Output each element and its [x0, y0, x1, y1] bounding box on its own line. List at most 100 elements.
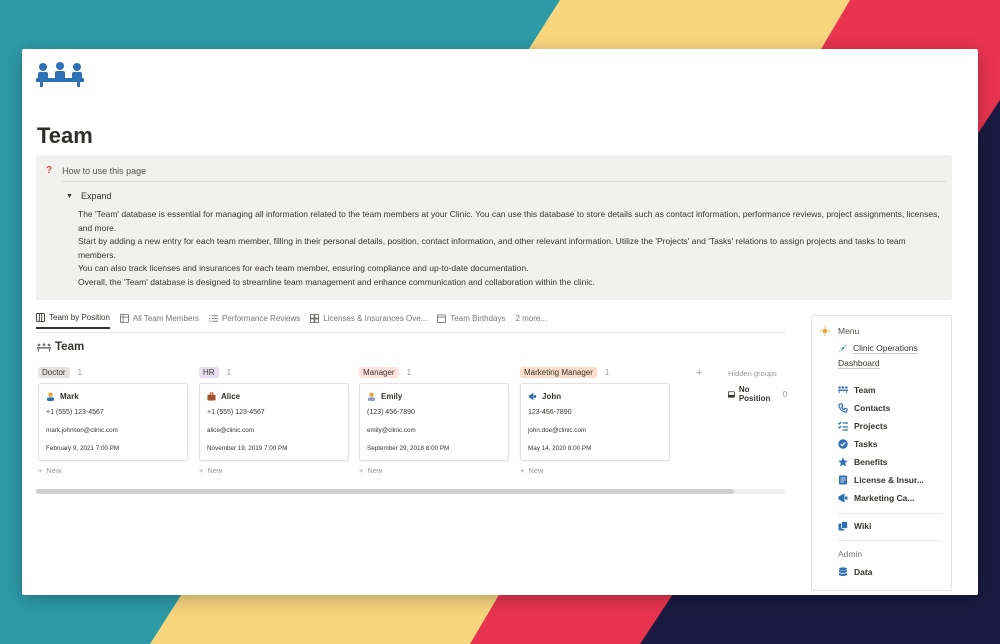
- plus-icon: +: [38, 466, 43, 475]
- briefcase-icon: [207, 392, 216, 401]
- card-email[interactable]: john.doe@clinic.com: [528, 427, 662, 438]
- menu-item-label[interactable]: Team: [854, 385, 876, 395]
- menu-link-dashboard-line2[interactable]: Dashboard: [838, 358, 880, 369]
- card-phone: +1 (555) 123-4567: [46, 409, 104, 416]
- menu-divider: [838, 513, 942, 514]
- callout-body: The 'Team' database is essential for man…: [78, 208, 944, 290]
- menu-item-contacts[interactable]: Contacts: [838, 403, 890, 413]
- position-tag[interactable]: HR: [199, 366, 219, 378]
- team-member-card[interactable]: Mark +1 (555) 123-4567 mark.johnson@clin…: [38, 383, 188, 461]
- menu-item-data[interactable]: Data: [838, 567, 872, 577]
- column-count: 1: [406, 367, 412, 377]
- new-card-button[interactable]: + New: [38, 466, 188, 475]
- card-name[interactable]: John: [528, 391, 662, 402]
- new-card-button[interactable]: + New: [199, 466, 349, 475]
- menu-item-license-insurance[interactable]: License & Insur...: [838, 475, 924, 485]
- tab-performance-reviews[interactable]: Performance Reviews: [209, 313, 300, 329]
- menu-item-tasks[interactable]: Tasks: [838, 439, 877, 449]
- new-card-button[interactable]: + New: [359, 466, 509, 475]
- card-name-text[interactable]: Mark: [60, 392, 79, 401]
- tab-team-by-position[interactable]: Team by Position: [36, 313, 110, 329]
- column-header[interactable]: HR 1: [199, 365, 349, 379]
- menu-item-benefits[interactable]: Benefits: [838, 457, 888, 467]
- table-icon: [119, 314, 129, 323]
- kanban-board: Doctor 1 Mark +1 (555) 123-4567 mark.joh…: [36, 365, 787, 495]
- menu-item-label[interactable]: License & Insur...: [854, 475, 924, 485]
- card-phone: +1 (555) 123-4567: [207, 409, 265, 416]
- plus-icon: +: [520, 466, 525, 475]
- no-position-count: 0: [782, 389, 788, 399]
- card-name-text[interactable]: Alice: [221, 392, 240, 401]
- callout-heading: How to use this page: [62, 165, 147, 176]
- menu-item-label[interactable]: Tasks: [854, 439, 877, 449]
- card-email[interactable]: emily@clinic.com: [367, 427, 501, 438]
- document-icon: [839, 475, 847, 485]
- card-name[interactable]: Mark: [46, 391, 180, 402]
- menu-item-projects[interactable]: Projects: [838, 421, 888, 431]
- menu-item-label[interactable]: Marketing Ca...: [854, 493, 914, 503]
- new-card-button[interactable]: + New: [520, 466, 670, 475]
- card-email[interactable]: alice@clinic.com: [207, 427, 341, 438]
- card-name[interactable]: Emily: [367, 391, 501, 402]
- database-title-text[interactable]: Team: [55, 341, 84, 353]
- column-header[interactable]: Manager 1: [359, 365, 509, 379]
- tab-label[interactable]: Team by Position: [49, 313, 110, 322]
- horizontal-scrollbar[interactable]: [36, 489, 785, 494]
- gallery-icon: [310, 314, 320, 323]
- dashboard-link-line2[interactable]: Dashboard: [838, 358, 880, 369]
- scrollbar-thumb[interactable]: [36, 489, 734, 494]
- menu-item-label[interactable]: Data: [854, 567, 872, 577]
- menu-item-label[interactable]: Benefits: [854, 457, 888, 467]
- new-label[interactable]: New: [528, 466, 543, 475]
- menu-item-label[interactable]: Contacts: [854, 403, 890, 413]
- database-title[interactable]: Team: [37, 341, 84, 353]
- callout-paragraph: Start by adding a new entry for each tea…: [78, 236, 906, 260]
- team-member-card[interactable]: Emily (123) 456-7890 emily@clinic.com Se…: [359, 383, 509, 461]
- callout-header: ? How to use this page: [46, 165, 146, 176]
- column-header[interactable]: Marketing Manager 1: [520, 365, 670, 379]
- tab-team-birthdays[interactable]: Team Birthdays: [437, 313, 505, 329]
- list-icon: [209, 315, 219, 322]
- syringe-icon: 💉: [838, 344, 848, 353]
- position-tag[interactable]: Doctor: [38, 366, 70, 378]
- add-group-button[interactable]: +: [696, 367, 702, 379]
- toggle-label[interactable]: Expand: [81, 191, 112, 201]
- tab-all-team-members[interactable]: All Team Members: [119, 313, 199, 329]
- card-email[interactable]: mark.johnson@clinic.com: [46, 427, 180, 438]
- toggle-triangle-icon[interactable]: ▼: [66, 193, 73, 200]
- dashboard-link-line1[interactable]: Clinic Operations: [852, 343, 918, 354]
- menu-item-marketing[interactable]: Marketing Ca...: [838, 493, 914, 503]
- new-label[interactable]: New: [46, 466, 61, 475]
- position-tag[interactable]: Marketing Manager: [520, 366, 597, 378]
- card-name-text[interactable]: Emily: [381, 392, 402, 401]
- team-member-card[interactable]: John 123-456-7890 john.doe@clinic.com Ma…: [520, 383, 670, 461]
- card-name[interactable]: Alice: [207, 391, 341, 402]
- board-column-hr: HR 1 Alice +1 (555) 123-4567 alice@clini…: [199, 365, 349, 475]
- menu-divider: [838, 540, 942, 541]
- new-label[interactable]: New: [367, 466, 382, 475]
- inbox-icon: [728, 390, 735, 398]
- menu-item-label[interactable]: Wiki: [854, 521, 871, 531]
- menu-item-label[interactable]: Projects: [854, 421, 888, 431]
- menu-item-wiki[interactable]: Wiki: [838, 521, 871, 531]
- no-position-text[interactable]: No Position: [739, 385, 773, 403]
- notion-page-window: Team ? How to use this page ▼ Expand The…: [22, 49, 978, 595]
- new-label[interactable]: New: [207, 466, 222, 475]
- team-member-card[interactable]: Alice +1 (555) 123-4567 alice@clinic.com…: [199, 383, 349, 461]
- card-name-text[interactable]: John: [542, 392, 561, 401]
- position-tag[interactable]: Manager: [359, 366, 399, 378]
- tab-more[interactable]: 2 more...: [515, 313, 547, 329]
- expand-toggle[interactable]: ▼ Expand: [66, 191, 111, 201]
- hidden-group-no-position[interactable]: No Position 0: [728, 385, 787, 403]
- tab-label[interactable]: Performance Reviews: [222, 314, 300, 323]
- tab-label[interactable]: Licenses & Insurances Ove...: [323, 314, 427, 323]
- menu-item-team[interactable]: Team: [838, 385, 876, 395]
- menu-link-dashboard[interactable]: 💉 Clinic Operations: [838, 343, 918, 354]
- tab-label[interactable]: All Team Members: [133, 314, 199, 323]
- plus-icon: +: [199, 466, 204, 475]
- column-count: 1: [77, 367, 83, 377]
- column-header[interactable]: Doctor 1: [38, 365, 188, 379]
- tab-label[interactable]: Team Birthdays: [450, 314, 505, 323]
- tab-label[interactable]: 2 more...: [515, 314, 547, 323]
- tab-licenses-insurances[interactable]: Licenses & Insurances Ove...: [310, 313, 427, 329]
